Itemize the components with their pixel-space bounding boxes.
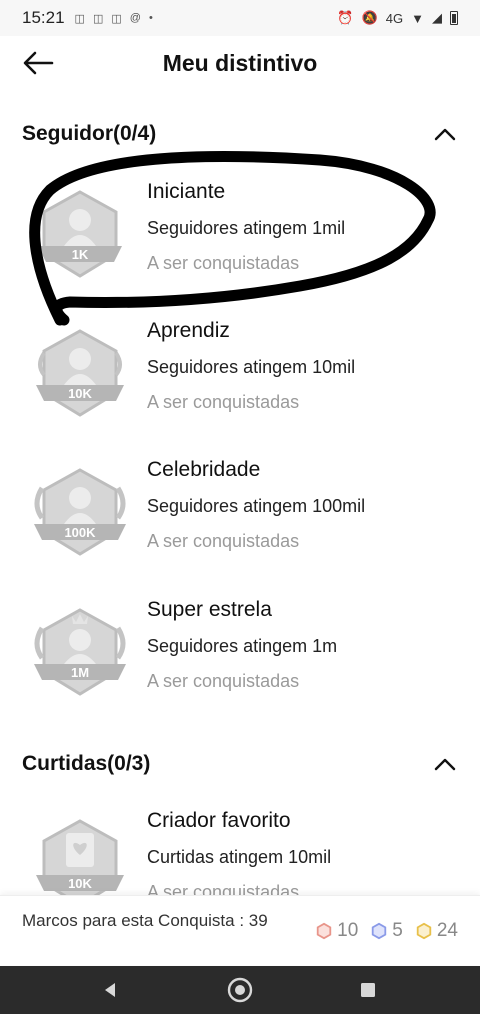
arrow-left-icon [23,51,54,75]
badge-requirement: Seguidores atingem 1mil [147,218,346,238]
milestone-footer: Marcos para esta Conquista : 39 10 5 24 [0,895,480,965]
badge-requirement: Seguidores atingem 10mil [147,357,356,377]
triangle-back-icon [105,983,115,997]
badge-name: Iniciante [147,180,226,203]
section-title: Seguidor(0/4) [22,122,157,145]
nav-back-button[interactable] [80,966,140,1014]
system-nav-bar [0,966,480,1014]
collapse-button[interactable] [430,750,460,778]
signal-icon: ◢ [432,10,442,25]
collapse-button[interactable] [430,120,460,148]
badge-10k-likes-icon: 10K [36,819,124,895]
point-red: 10 [315,920,358,942]
chevron-up-icon [434,128,456,141]
badge-status: A ser conquistadas [147,531,300,551]
mute-icon: 🔕 [361,10,378,25]
badge-label: 10K [68,876,92,891]
badge-100k-icon: 100K [34,468,126,556]
point-gold: 24 [415,920,458,942]
wifi-icon: ▼ [411,10,424,26]
hexagon-gold-icon [416,922,432,940]
badge-name: Celebridade [147,458,261,481]
badge-name: Super estrela [147,598,272,621]
status-bar: 15:21 ◫ ◫ ◫ @ • ⏰ 🔕 4G ▼ ◢ [0,0,480,36]
badge-1m-icon: 1M [34,608,126,696]
badge-item-criador-favorito[interactable]: 10K Criador favorito Curtidas atingem 10… [0,805,480,895]
badge-10k-icon: 10K [36,329,124,417]
badge-name: Criador favorito [147,809,291,832]
app-header: Meu distintivo [0,36,480,90]
badge-status: A ser conquistadas [147,882,300,895]
point-value: 10 [337,920,359,941]
badge-label: 100K [64,525,96,540]
threads-icon: @ [129,11,141,24]
nav-recents-button[interactable] [338,966,398,1014]
point-value: 5 [392,920,403,941]
alarm-icon: ⏰ [337,10,354,25]
badge-name: Aprendiz [147,319,230,342]
badge-status: A ser conquistadas [147,253,300,273]
notification-icon: ◫ [74,12,85,25]
chevron-up-icon [434,758,456,771]
battery-icon [450,11,458,25]
point-value: 24 [436,920,458,941]
notification-icons: ◫ ◫ ◫ @ • [75,12,153,25]
hexagon-blue-icon [372,922,387,940]
milestone-label: Marcos para esta Conquista : 39 [22,911,268,930]
badge-label: 10K [68,386,92,401]
badge-status: A ser conquistadas [147,392,300,412]
notification-icon: ◫ [92,12,104,25]
circle-home-icon [227,977,253,1003]
badge-item-iniciante[interactable]: 1K Iniciante Seguidores atingem 1mil A s… [0,176,480,296]
badge-item-aprendiz[interactable]: 10K Aprendiz Seguidores atingem 10mil A … [0,315,480,435]
badge-requirement: Seguidores atingem 100mil [147,496,366,516]
badge-requirement: Seguidores atingem 1m [147,636,338,656]
badge-item-celebridade[interactable]: 100K Celebridade Seguidores atingem 100m… [0,454,480,574]
hexagon-red-icon [316,922,332,940]
section-header-seguidor[interactable]: Seguidor(0/4) [0,114,480,154]
dot-icon: • [148,11,153,24]
badge-item-super-estrela[interactable]: 1M Super estrela Seguidores atingem 1m A… [0,594,480,714]
badge-label: 1M [71,665,89,680]
back-button[interactable] [20,46,56,80]
page-title: Meu distintivo [162,49,318,76]
points-summary: 10 5 24 [309,920,458,942]
badge-requirement: Curtidas atingem 10mil [147,847,332,867]
square-recents-icon [361,983,375,997]
nav-home-button[interactable] [210,966,270,1014]
network-label: 4G [385,10,404,26]
section-title: Curtidas(0/3) [22,752,151,775]
notification-icon: ◫ [111,12,122,25]
status-time: 15:21 [22,8,65,27]
badge-status: A ser conquistadas [147,671,300,691]
point-blue: 5 [370,920,403,942]
section-header-curtidas[interactable]: Curtidas(0/3) [0,744,480,784]
badge-list[interactable]: Seguidor(0/4) 1K Iniciante Seguidores at… [0,90,480,895]
badge-label: 1K [72,247,89,262]
badge-1k-icon: 1K [38,190,122,278]
